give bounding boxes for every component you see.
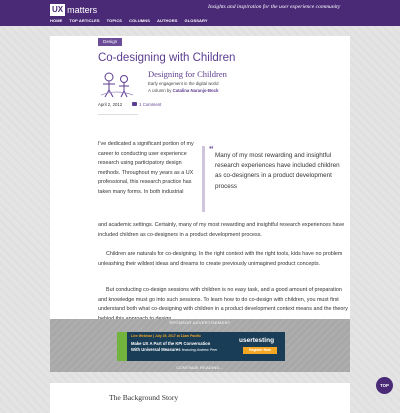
nav-authors[interactable]: AUTHORS: [157, 18, 177, 25]
nav-glossary[interactable]: GLOSSARY: [184, 18, 207, 25]
column-author-link[interactable]: Catalina Naranjo-Bock: [173, 88, 219, 93]
quote-mark-icon: “: [209, 144, 214, 154]
ad-subheadline: With Universal Measures featuring Andrew…: [131, 347, 217, 352]
ad-brand-logo: usertesting: [239, 337, 275, 344]
meta-divider: [98, 114, 138, 115]
paragraph-1a: I've dedicated a significant portion of …: [98, 141, 194, 195]
sponsor-section: SPONSOR ADVERTISEMENT Live Webinar | Jul…: [50, 319, 350, 372]
logo-ux-mark: UX: [50, 4, 66, 16]
column-author-line: A column by Catalina Naranjo-Bock: [148, 88, 218, 93]
ad-headline: Make UX A Part of the KPI Conversation: [131, 341, 211, 346]
sponsor-label: SPONSOR ADVERTISEMENT: [169, 320, 231, 325]
ad-webinar-date: Live Webinar | July 25, 2017 at 11am Pac…: [131, 334, 202, 338]
paragraph-1b: and academic settings. Certainly, many o…: [98, 222, 345, 238]
article-card: Design Co-designing with Children Design…: [50, 36, 350, 322]
column-title[interactable]: Designing for Children: [148, 69, 227, 79]
ad-accent-stripe: [117, 332, 127, 361]
comments-link[interactable]: 1 Comment: [139, 102, 161, 107]
nav-home[interactable]: HOME: [50, 18, 62, 25]
nav-topics[interactable]: TOPICS: [107, 18, 122, 25]
publish-date: April 2, 2012: [98, 101, 123, 107]
site-logo[interactable]: UX matters: [50, 3, 97, 17]
sponsor-ad-banner[interactable]: Live Webinar | July 25, 2017 at 11am Pac…: [117, 332, 285, 361]
comment-icon: [132, 102, 138, 106]
main-nav: HOME TOP ARTICLES TOPICS COLUMNS AUTHORS…: [50, 18, 208, 25]
ad-featuring: featuring Andrew Peer: [181, 348, 218, 352]
pull-quote-text: Many of my most rewarding and insightful…: [215, 152, 340, 190]
nav-columns[interactable]: COLUMNS: [129, 18, 150, 25]
next-section-card: The Background Story: [50, 383, 350, 413]
ad-register-button[interactable]: Register Now: [243, 347, 277, 354]
category-badge[interactable]: Design: [98, 38, 123, 46]
continue-reading-link[interactable]: CONTINUE READING...: [50, 365, 350, 370]
column-subtitle: Early engagement in the digital world: [148, 81, 219, 86]
site-header: UX matters Insights and inspiration for …: [0, 0, 400, 26]
nav-top-articles[interactable]: TOP ARTICLES: [69, 18, 99, 25]
article-title: Co-designing with Children: [98, 52, 236, 64]
logo-wordmark: matters: [67, 5, 98, 15]
site-tagline: Insights and inspiration for the user ex…: [208, 4, 341, 10]
ad-subheadline-main: With Universal Measures: [131, 347, 181, 352]
section-heading: The Background Story: [109, 393, 179, 402]
article-meta: April 2, 2012 1 Comment: [98, 100, 161, 108]
pull-quote: “ Many of my most rewarding and insightf…: [202, 144, 355, 212]
back-to-top-button[interactable]: TOP: [376, 377, 393, 394]
children-illustration-icon: [99, 70, 135, 98]
column-author-prefix: A column by: [148, 88, 172, 93]
paragraph-2: Children are naturals for co-designing. …: [98, 251, 343, 267]
